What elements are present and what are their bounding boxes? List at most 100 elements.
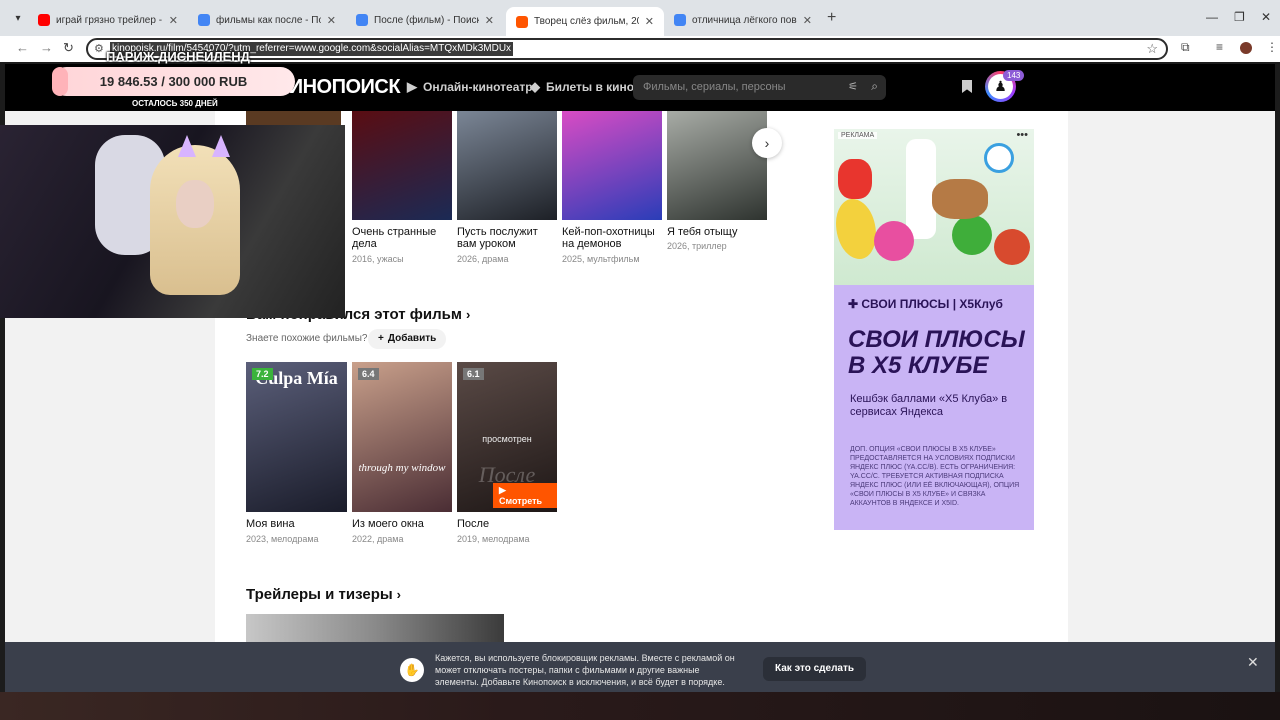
movie-meta: 2022, драма	[352, 534, 404, 544]
movie-title[interactable]: После	[457, 518, 557, 530]
browser-tab-1[interactable]: играй грязно трейлер - YouTube ✕	[28, 7, 188, 33]
carousel-next-button[interactable]: ›	[752, 128, 782, 158]
advertisement[interactable]: РЕКЛАМА ••• ✚ СВОИ ПЛЮСЫ | Х5Клуб СВОИ П…	[834, 129, 1034, 530]
movie-title[interactable]: Кей-поп-охотницы на демонов	[562, 226, 662, 250]
kinopoisk-logo[interactable]: КИНОПОИСК	[277, 76, 401, 99]
add-similar-button[interactable]: + Добавить	[368, 329, 447, 349]
forward-icon[interactable]: →	[40, 40, 53, 55]
filter-icon[interactable]: ⚟	[848, 80, 858, 93]
nav-tickets[interactable]: ◆ Билеты в кино	[530, 79, 634, 95]
browser-tab-3[interactable]: После (фильм) - Поиск в Google ✕	[346, 7, 504, 33]
donation-amount: 19 846.53 / 300 000 RUB	[99, 74, 248, 89]
google-favicon-icon	[198, 14, 210, 26]
youtube-favicon-icon	[38, 14, 50, 26]
ad-headline: СВОИ ПЛЮСЫ В Х5 КЛУБЕ	[848, 326, 1025, 379]
search-input[interactable]: Фильмы, сериалы, персоны ⚟ ⌕	[633, 75, 886, 100]
tab-close-icon[interactable]: ✕	[327, 14, 336, 27]
rating-badge: 6.4	[358, 368, 379, 380]
poster-text: through my window	[358, 462, 446, 474]
trailer-thumbnail[interactable]	[246, 614, 504, 642]
how-to-button[interactable]: Как это сделать	[763, 657, 867, 681]
movie-poster[interactable]	[562, 111, 662, 220]
vegetables-image	[994, 229, 1030, 265]
perekrestok-logo	[984, 143, 1014, 173]
new-tab-icon[interactable]: +	[827, 9, 836, 27]
reload-icon[interactable]: ↻	[63, 40, 74, 56]
clover-logo	[952, 215, 992, 255]
movie-meta: 2023, мелодрама	[246, 534, 319, 544]
play-icon: ▶	[407, 79, 417, 94]
menu-icon[interactable]: ⋮	[1266, 40, 1278, 54]
cat-ear-right	[212, 135, 230, 157]
bookmark-icon[interactable]	[962, 80, 972, 93]
browser-tab-5[interactable]: отличница лёгкого поведения ✕	[664, 7, 822, 33]
tab-close-icon[interactable]: ✕	[169, 14, 178, 27]
poster-partial[interactable]	[246, 111, 341, 125]
search-icon[interactable]: ⌕	[871, 79, 878, 94]
movie-title[interactable]: Пусть послужит вам уроком	[457, 226, 557, 250]
plus-icon: +	[378, 333, 384, 344]
ad-logos: ✚ СВОИ ПЛЮСЫ | Х5Клуб	[848, 297, 1003, 311]
back-icon[interactable]: ←	[16, 40, 29, 55]
streamer-webcam	[0, 125, 345, 318]
adblock-message: Кажется, вы используете блокировщик рекл…	[435, 653, 735, 687]
nav-label: Билеты в кино	[546, 80, 635, 94]
movie-meta: 2025, мультфильм	[562, 254, 640, 264]
movie-title[interactable]: Я тебя отыщу	[667, 226, 767, 238]
watch-label: Смотреть	[499, 496, 543, 506]
milk-bottle-image	[906, 139, 936, 239]
nav-label: Онлайн-кинотеатр	[423, 80, 533, 94]
section-title-text: Трейлеры и тизеры	[246, 586, 393, 603]
section-title-trailers[interactable]: Трейлеры и тизеры ›	[246, 586, 401, 603]
browser-tab-2[interactable]: фильмы как после - Поиск в Google ✕	[188, 7, 346, 33]
banner-close-icon[interactable]: ✕	[1247, 654, 1259, 671]
play-icon: ▶	[499, 485, 506, 495]
movie-title[interactable]: Очень странные дела	[352, 226, 452, 250]
movie-poster[interactable]: После 6.1 просмотрен ▶ Смотреть	[457, 362, 557, 512]
movie-title[interactable]: Моя вина	[246, 518, 346, 530]
google-favicon-icon	[356, 14, 368, 26]
nav-online-cinema[interactable]: ▶ Онлайн-кинотеатр	[407, 79, 533, 95]
adblock-banner: ✋ Кажется, вы используете блокировщик ре…	[5, 642, 1275, 692]
tab-close-icon[interactable]: ✕	[485, 14, 494, 27]
movie-meta: 2019, мелодрама	[457, 534, 530, 544]
ticket-icon: ◆	[530, 79, 540, 94]
ad-image	[834, 129, 1034, 285]
tab-title: отличница лёгкого поведения	[692, 14, 797, 26]
pyaterochka-logo	[838, 159, 872, 199]
tab-title: фильмы как после - Поиск в Google	[216, 14, 321, 26]
watch-button[interactable]: ▶ Смотреть	[493, 483, 557, 508]
movie-meta: 2016, ужасы	[352, 254, 404, 264]
notification-badge: 143	[1003, 70, 1025, 81]
profile-avatar[interactable]	[1240, 42, 1252, 54]
movie-title[interactable]: Из моего окна	[352, 518, 452, 530]
similar-hint: Знаете похожие фильмы?	[246, 333, 368, 344]
bookmark-star-icon[interactable]: ☆	[1146, 41, 1158, 57]
browser-tab-4-active[interactable]: Творец слёз фильм, 2024, дата выхода ✕	[506, 7, 664, 36]
rating-badge: 6.1	[463, 368, 484, 380]
tab-title: играй грязно трейлер - YouTube	[56, 14, 163, 26]
movie-poster[interactable]: through my window 6.4	[352, 362, 452, 512]
donation-goal-bar: 19 846.53 / 300 000 RUB	[52, 67, 295, 96]
minimize-icon[interactable]: —	[1206, 10, 1218, 24]
movie-meta: 2026, триллер	[667, 241, 727, 251]
movie-poster[interactable]	[352, 111, 452, 220]
more-options-icon[interactable]: •••	[1016, 129, 1028, 141]
restore-icon[interactable]: ❐	[1234, 10, 1245, 24]
tab-close-icon[interactable]: ✕	[803, 14, 812, 27]
extensions-icon[interactable]: ⧉	[1181, 40, 1190, 55]
movie-meta: 2026, драма	[457, 254, 509, 264]
site-info-icon[interactable]: ⚙	[94, 42, 104, 55]
movie-poster[interactable]	[457, 111, 557, 220]
google-favicon-icon	[674, 14, 686, 26]
chevron-right-icon: ›	[466, 307, 471, 322]
movie-poster[interactable]	[667, 111, 767, 220]
tab-search-icon[interactable]: ▾	[8, 10, 28, 28]
ad-subline: Кешбэк баллами «Х5 Клуба» в сервисах Янд…	[850, 393, 1008, 418]
movie-poster[interactable]: Culpa Mía 7.2	[246, 362, 347, 512]
window-close-icon[interactable]: ✕	[1261, 10, 1271, 24]
tab-close-icon[interactable]: ✕	[645, 15, 654, 28]
ad-label: РЕКЛАМА	[838, 132, 878, 139]
media-icon[interactable]: ≡	[1216, 40, 1223, 54]
hand-stop-icon: ✋	[400, 658, 424, 682]
